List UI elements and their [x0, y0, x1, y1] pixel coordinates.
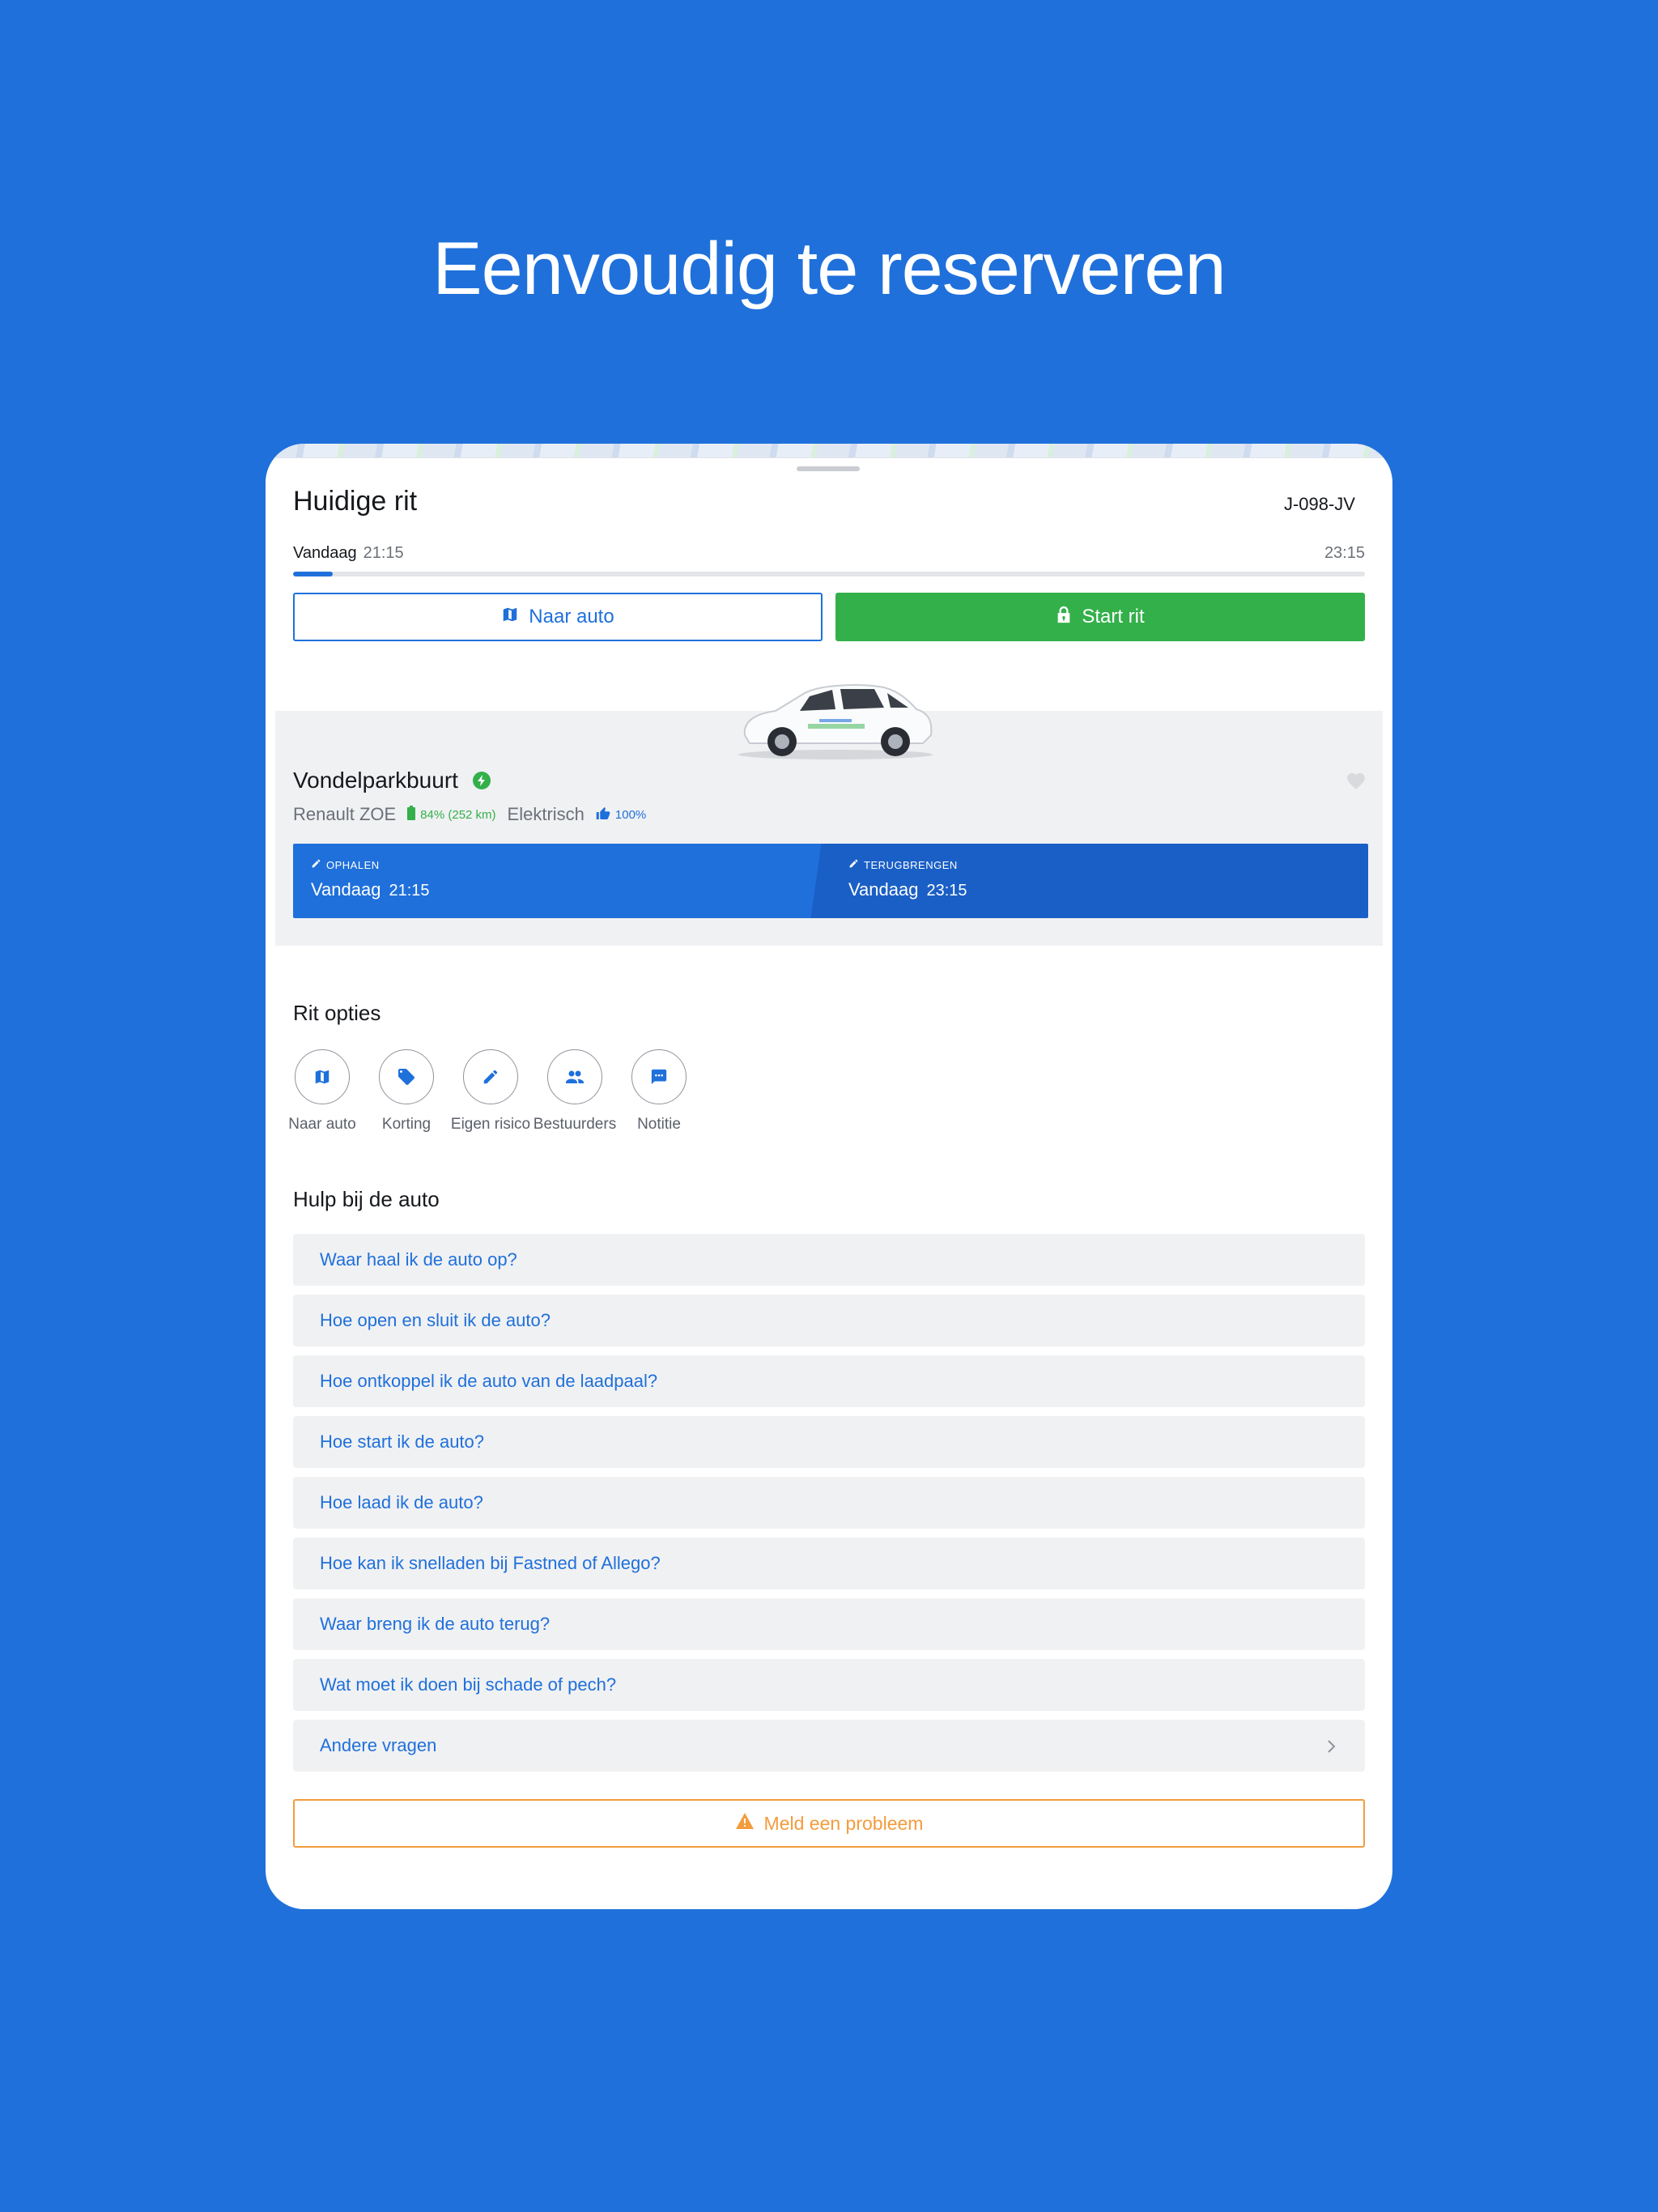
help-item[interactable]: Hoe open en sluit ik de auto?: [293, 1295, 1365, 1346]
warning-icon: [735, 1812, 755, 1835]
battery-label: 84% (252 km): [420, 807, 496, 822]
help-title: Hulp bij de auto: [293, 1187, 440, 1211]
report-problem-label: Meld een probleem: [763, 1812, 924, 1834]
option-label: Bestuurders: [533, 1116, 617, 1133]
return-label: TERUGBRENGEN: [864, 858, 958, 871]
ride-options-title: Rit opties: [293, 1001, 381, 1025]
help-item[interactable]: Waar breng ik de auto terug?: [293, 1598, 1365, 1650]
electric-badge-icon: [472, 772, 491, 789]
help-item[interactable]: Hoe laad ik de auto?: [293, 1477, 1365, 1529]
navigate-to-car-label: Naar auto: [529, 606, 614, 627]
fuel-type: Elektrisch: [507, 804, 585, 824]
chevron-right-icon: [1326, 1738, 1336, 1759]
tag-icon: [379, 1049, 434, 1104]
sheet-grabber[interactable]: [797, 466, 860, 471]
battery-icon: [407, 806, 416, 823]
location-name-label: Vondelparkbuurt: [293, 768, 458, 793]
return-slot[interactable]: TERUGBRENGEN Vandaag 23:15: [831, 844, 1368, 918]
help-item[interactable]: Hoe start ik de auto?: [293, 1416, 1365, 1468]
help-list: Waar haal ik de auto op? Hoe open en slu…: [293, 1234, 1365, 1780]
page-title: Huidige rit: [293, 486, 418, 517]
pickup-slot[interactable]: OPHALEN Vandaag 21:15: [293, 844, 831, 918]
start-trip-label: Start rit: [1082, 606, 1145, 627]
map-background[interactable]: [266, 444, 1392, 458]
app-screen: Huidige rit J-098-JV Vandaag 21:15 23:15 …: [266, 444, 1392, 1909]
car-card: Vondelparkbuurt Renault ZOE 84% (252 km)…: [275, 684, 1383, 946]
thumbs-up-icon: [596, 806, 610, 823]
other-questions-item[interactable]: Andere vragen: [293, 1720, 1365, 1772]
edit-pickup-pencil-icon: [311, 858, 321, 871]
edit-return-pencil-icon: [848, 858, 859, 871]
trip-progress-bar: [293, 572, 1365, 576]
return-day: Vandaag: [848, 879, 919, 900]
help-item[interactable]: Wat moet ik doen bij schade of pech?: [293, 1659, 1365, 1711]
option-label: Notitie: [637, 1116, 681, 1133]
map-icon: [295, 1049, 350, 1104]
trip-start-time: 21:15: [363, 544, 404, 562]
report-problem-button[interactable]: Meld een probleem: [293, 1799, 1365, 1848]
trip-start-day: Vandaag: [293, 544, 357, 562]
favorite-heart-icon[interactable]: [1346, 771, 1367, 794]
trip-end-time: 23:15: [1324, 544, 1365, 562]
return-time: 23:15: [926, 882, 967, 900]
option-label: Eigen risico: [450, 1116, 531, 1133]
option-note[interactable]: Notitie: [617, 1049, 701, 1134]
trip-progress-fill: [293, 572, 333, 576]
other-questions-label: Andere vragen: [320, 1735, 437, 1755]
option-deductible[interactable]: Eigen risico: [449, 1049, 533, 1134]
car-specs: Renault ZOE 84% (252 km) Elektrisch 100%: [293, 804, 646, 825]
chat-icon: [631, 1049, 687, 1104]
option-label: Korting: [381, 1116, 432, 1133]
headline: Eenvoudig te reserveren: [432, 228, 1226, 310]
option-label: Naar auto: [288, 1116, 356, 1133]
rating-label: 100%: [614, 807, 647, 822]
option-discount[interactable]: Korting: [364, 1049, 449, 1134]
booking-times: OPHALEN Vandaag 21:15 TERUGBRENGEN Vandaa…: [293, 844, 1368, 918]
car-image: [735, 672, 936, 761]
map-icon: [501, 606, 519, 629]
license-plate: J-098-JV: [1283, 494, 1355, 514]
ride-options: Naar auto Korting Eigen risico Bestuurde…: [280, 1049, 701, 1134]
start-trip-button[interactable]: Start rit: [835, 593, 1365, 641]
option-navigate[interactable]: Naar auto: [280, 1049, 364, 1134]
pickup-day: Vandaag: [311, 879, 381, 900]
pickup-label: OPHALEN: [326, 858, 380, 871]
people-icon: [547, 1049, 602, 1104]
help-item[interactable]: Waar haal ik de auto op?: [293, 1234, 1365, 1286]
location-name: Vondelparkbuurt: [293, 768, 491, 793]
car-rating: 100%: [596, 806, 646, 823]
pickup-time: 21:15: [389, 882, 430, 900]
navigate-to-car-button[interactable]: Naar auto: [293, 593, 823, 641]
help-item[interactable]: Hoe kan ik snelladen bij Fastned of Alle…: [293, 1538, 1365, 1589]
car-model: Renault ZOE: [293, 804, 397, 824]
pencil-icon: [463, 1049, 518, 1104]
lock-icon: [1056, 606, 1072, 629]
option-drivers[interactable]: Bestuurders: [533, 1049, 617, 1134]
help-item[interactable]: Hoe ontkoppel ik de auto van de laadpaal…: [293, 1355, 1365, 1407]
battery-status: 84% (252 km): [407, 806, 496, 823]
trip-time-row: Vandaag 21:15 23:15: [293, 544, 1365, 568]
